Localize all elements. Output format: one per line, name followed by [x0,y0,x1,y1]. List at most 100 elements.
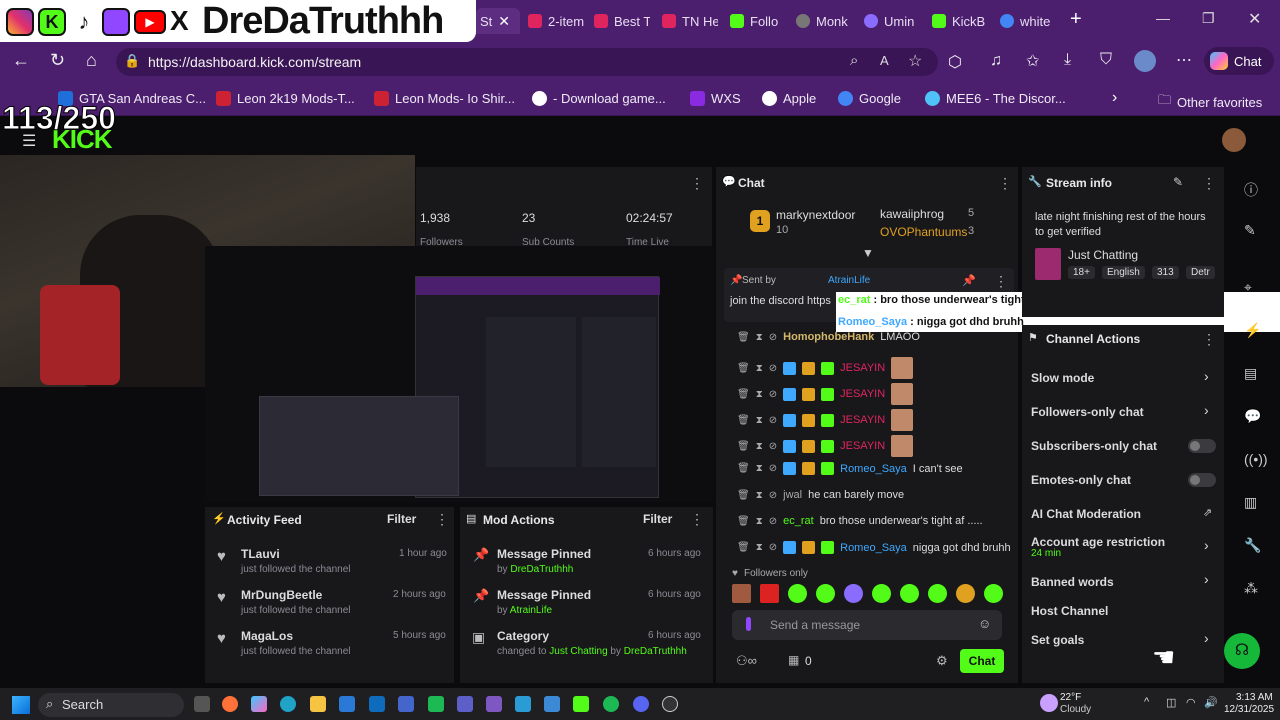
obs-icon[interactable] [662,696,678,712]
performance-icon[interactable]: ♫ [990,52,1002,70]
trash-icon[interactable]: 🗑 [737,332,750,343]
windows-start-icon[interactable] [12,696,30,714]
timeout-icon[interactable]: ⧗ [756,415,763,426]
chat-user[interactable]: JESAYIN [840,414,885,426]
clock-time[interactable]: 3:13 AM [1236,692,1273,703]
emote-icon[interactable] [984,584,1003,603]
ban-icon[interactable]: ⊘ [769,389,777,400]
trash-icon[interactable]: 🗑 [737,490,750,501]
expand-icon[interactable]: ▼ [862,246,874,260]
leader-name[interactable]: kawaiiphrog [880,207,944,221]
broadcast-icon[interactable]: ((•)) [1244,451,1268,467]
pinned-more-icon[interactable]: ⋮ [994,273,1008,290]
tab-dashboard[interactable]: St ✕ [476,8,520,34]
chat-more-icon[interactable]: ⋮ [998,175,1012,192]
timeout-icon[interactable]: ⧗ [756,463,763,474]
mod-user[interactable]: AtrainLife [510,605,552,616]
ban-icon[interactable]: ⊘ [769,516,777,527]
copilot-button[interactable]: Chat [1204,47,1274,75]
activity-user[interactable]: MagaLos [241,629,293,643]
phone-link-icon[interactable] [398,696,414,712]
mic-icon[interactable] [746,617,751,631]
trash-icon[interactable]: 🗑 [737,516,750,527]
mod-user[interactable]: DreDaTruthhh [624,646,687,657]
trash-icon[interactable]: 🗑 [737,363,750,374]
new-tab-icon[interactable]: + [1070,8,1082,31]
stream-info-more-icon[interactable]: ⋮ [1202,175,1216,192]
slow-mode[interactable]: Slow mode [1031,371,1094,385]
tab-kickb[interactable]: KickB [932,8,990,34]
trash-icon[interactable]: 🗑 [737,463,750,474]
url-field[interactable]: 🔒 https://dashboard.kick.com/stream ⌕ A … [116,48,938,76]
emote-icon[interactable] [732,584,751,603]
chat-user[interactable]: JESAYIN [840,388,885,400]
mod-more-icon[interactable]: ⋮ [690,511,704,528]
taskbar-search[interactable]: ⌕ Search [38,693,184,717]
pencil-icon[interactable]: ✎ [1244,222,1256,239]
store-icon[interactable] [339,696,355,712]
timeout-icon[interactable]: ⧗ [756,389,763,400]
chat-user[interactable]: HomophobeHank [783,331,874,343]
emote-icon[interactable] [844,584,863,603]
home-icon[interactable]: ⌂ [86,50,97,71]
kick-taskbar-icon[interactable] [573,696,589,712]
emote-icon[interactable] [872,584,891,603]
edit-icon[interactable]: ✎ [1173,175,1183,189]
wrench-icon[interactable]: 🔧 [1244,537,1261,554]
emote-icon[interactable] [928,584,947,603]
more-icon[interactable]: ⋯ [1176,50,1192,70]
ban-icon[interactable]: ⊘ [769,542,777,553]
banned-words[interactable]: Banned words [1031,575,1114,589]
ban-icon[interactable]: ⊘ [769,441,777,452]
activity-filter[interactable]: Filter [387,512,416,526]
spotify-icon[interactable] [603,696,619,712]
support-button[interactable]: ☊ [1224,633,1260,669]
tab-2-item[interactable]: 2-item [528,8,584,34]
extensions-icon[interactable]: ⬡ [948,52,962,72]
chat-user[interactable]: Romeo_Saya [840,542,907,554]
photos-icon[interactable] [486,696,502,712]
subscribers-only-toggle[interactable] [1188,439,1216,453]
settings-icon[interactable]: ⚙ [936,653,948,669]
stats-more-icon[interactable]: ⋮ [690,175,704,192]
chat-user[interactable]: JESAYIN [840,440,885,452]
tab-best[interactable]: Best T [594,8,650,34]
emote-icon[interactable] [900,584,919,603]
chevron-right-icon[interactable]: › [1112,89,1117,107]
timeout-icon[interactable]: ⧗ [756,332,763,343]
chat-user[interactable]: ec_rat [783,515,814,527]
shield-icon[interactable]: ⛉ [1100,51,1112,69]
favorites-icon[interactable]: ✩ [1026,51,1039,71]
ban-icon[interactable]: ⊘ [769,490,777,501]
tab-follow[interactable]: Follo [730,8,786,34]
network-icon[interactable]: ◫ [1166,696,1176,709]
discord-icon[interactable] [633,696,649,712]
trash-icon[interactable]: 🗑 [737,441,750,452]
close-icon[interactable]: ✕ [498,13,510,30]
mod-filter[interactable]: Filter [643,512,672,526]
window-close-icon[interactable]: ✕ [1248,9,1261,29]
copilot-taskbar-icon[interactable] [251,696,267,712]
timeout-icon[interactable]: ⧗ [756,490,763,501]
apps-icon[interactable]: ⁂ [1244,580,1258,597]
minimize-icon[interactable]: — [1156,10,1170,26]
user-avatar[interactable] [1222,128,1246,152]
refresh-icon[interactable]: ↻ [50,50,65,71]
bolt-icon[interactable]: ⚡ [1244,322,1261,339]
info-icon[interactable]: ⓘ [1244,180,1258,200]
favorite-icon[interactable]: ☆ [908,51,922,71]
downloads-icon[interactable]: ⤓ [1064,51,1071,69]
emoji-icon[interactable]: ☺ [978,616,991,631]
restore-icon[interactable]: ❐ [1202,10,1215,27]
chat-user[interactable]: JESAYIN [840,362,885,374]
bookmark-leon-2k19[interactable]: Leon 2k19 Mods-T... [216,91,355,106]
bookmark-wxs[interactable]: WXS [690,91,741,106]
profile-avatar[interactable] [1134,50,1156,72]
leader-name[interactable]: OVOPhantuums [880,225,967,239]
edge-icon[interactable] [280,696,296,712]
search-icon[interactable]: ⌕ [850,52,858,69]
leader-name[interactable]: markynextdoor [776,208,855,222]
task-view-icon[interactable] [194,696,210,712]
chevron-right-icon[interactable]: › [1204,368,1209,384]
activity-user[interactable]: TLauvi [241,547,280,561]
